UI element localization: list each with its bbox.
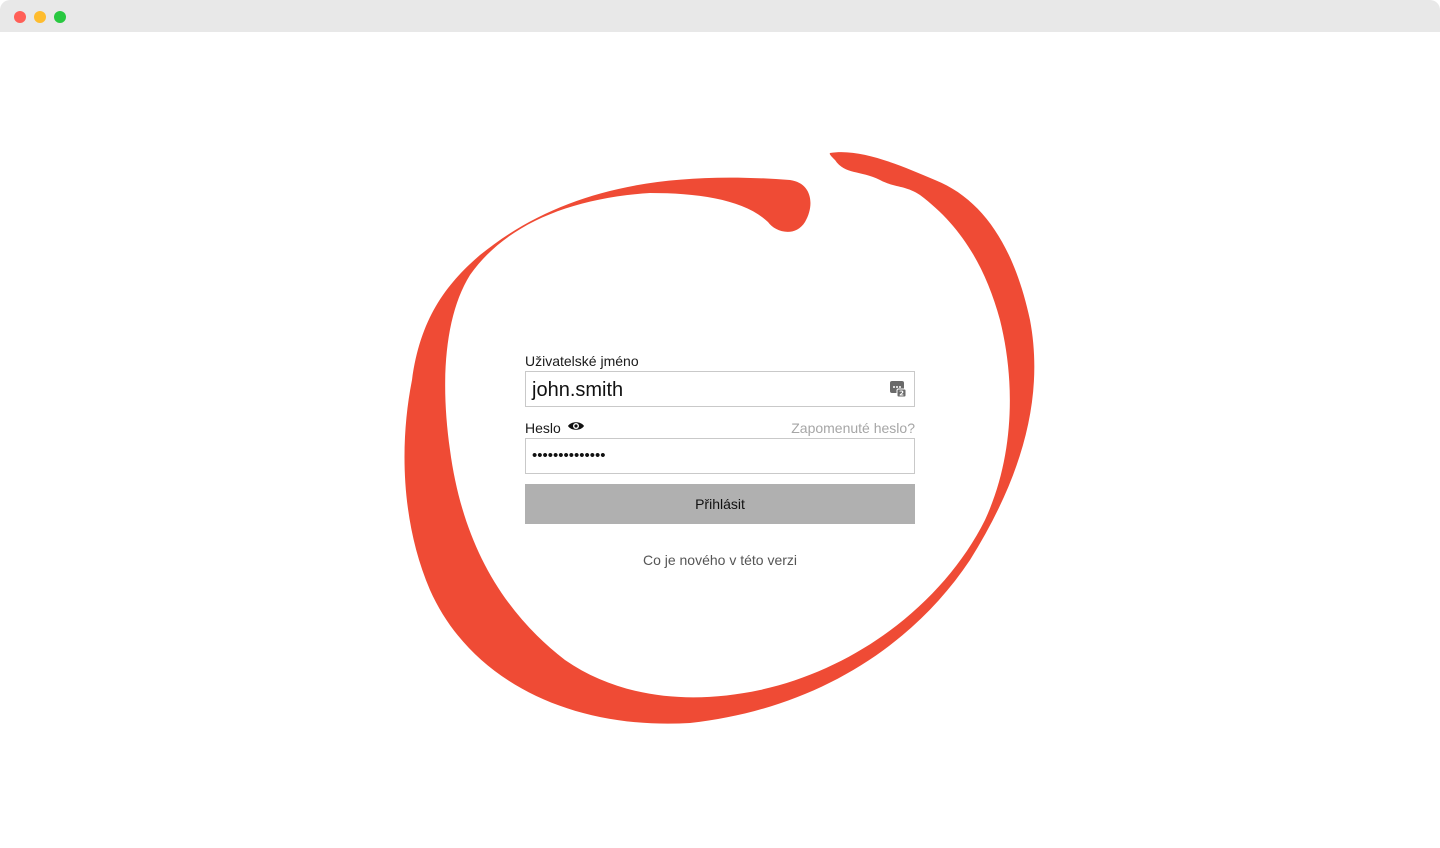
close-window-button[interactable] — [14, 11, 26, 23]
keychain-autofill-icon[interactable]: 2 — [889, 380, 907, 398]
username-input[interactable]: john.smith 2 — [525, 371, 915, 407]
username-label: Uživatelské jméno — [525, 353, 639, 369]
whats-new-link[interactable]: Co je nového v této verzi — [525, 551, 915, 569]
password-input[interactable]: •••••••••••••• — [525, 438, 915, 474]
eye-icon[interactable] — [567, 419, 585, 433]
password-label: Heslo — [525, 420, 561, 436]
login-button[interactable]: Přihlásit — [525, 484, 915, 524]
username-value: john.smith — [532, 379, 624, 401]
minimize-window-button[interactable] — [34, 11, 46, 23]
forgot-password-link[interactable]: Zapomenuté heslo? — [791, 419, 915, 437]
password-value: •••••••••••••• — [532, 447, 606, 464]
svg-text:2: 2 — [899, 390, 904, 398]
app-window: Uživatelské jméno john.smith 2 Heslo Zap… — [0, 0, 1440, 848]
window-titlebar — [0, 0, 1440, 32]
annotation-circle — [404, 152, 1035, 724]
maximize-window-button[interactable] — [54, 11, 66, 23]
